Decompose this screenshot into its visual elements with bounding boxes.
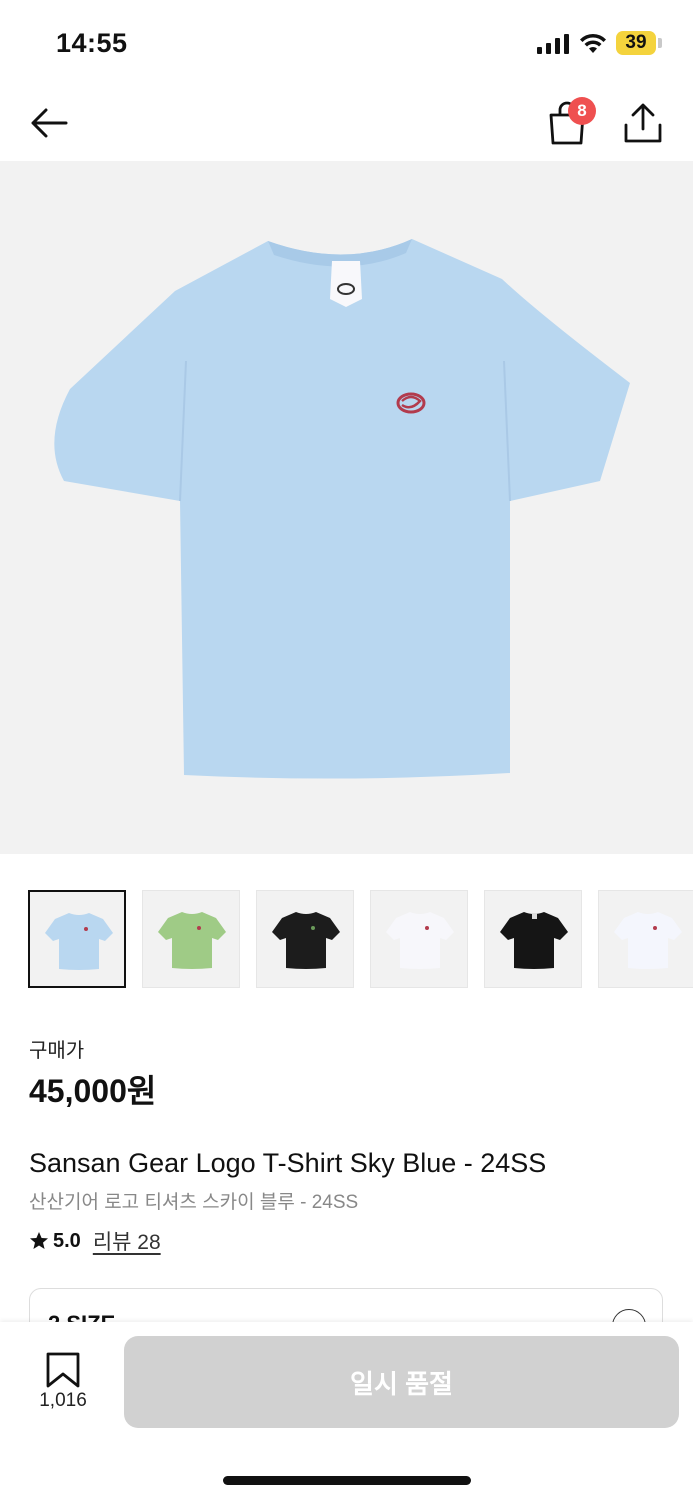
thumbnail-white-2[interactable] xyxy=(598,890,693,988)
thumbnail-black[interactable] xyxy=(256,890,354,988)
sold-out-button[interactable]: 일시 품절 xyxy=(124,1336,679,1428)
price: 45,000원 xyxy=(29,1073,157,1109)
status-time: 14:55 xyxy=(56,28,128,58)
star-icon xyxy=(30,1232,48,1249)
wifi-icon xyxy=(580,33,606,53)
signal-icon xyxy=(537,34,569,54)
back-arrow-icon[interactable] xyxy=(26,100,72,146)
bottom-action-bar: 1,016 일시 품절 xyxy=(0,1322,693,1500)
bookmark-button[interactable]: 1,016 xyxy=(30,1348,96,1418)
product-title: Sansan Gear Logo T-Shirt Sky Blue - 24SS xyxy=(29,1148,547,1178)
rating-row: 5.0 리뷰 28 xyxy=(29,1227,161,1255)
tshirt-illustration xyxy=(54,239,630,779)
thumbnail-white[interactable] xyxy=(370,890,468,988)
rating-value: 5.0 xyxy=(53,1229,81,1252)
thumbnail-black-2[interactable] xyxy=(484,890,582,988)
battery-tip xyxy=(658,38,662,48)
thumbnail-green[interactable] xyxy=(142,890,240,988)
review-link[interactable]: 리뷰 28 xyxy=(93,1226,161,1256)
product-image[interactable] xyxy=(0,161,693,854)
product-subtitle: 산산기어 로고 티셔츠 스카이 블루 - 24SS xyxy=(29,1192,359,1213)
share-icon[interactable] xyxy=(622,97,664,147)
home-indicator xyxy=(223,1476,471,1485)
bookmark-count: 1,016 xyxy=(39,1390,87,1411)
battery-icon: 39 xyxy=(616,31,656,55)
status-bar: 14:55 39 xyxy=(0,0,693,80)
bookmark-icon xyxy=(46,1352,80,1388)
thumbnail-strip xyxy=(28,890,693,990)
thumbnail-sky-blue[interactable] xyxy=(28,890,126,988)
price-label: 구매가 xyxy=(29,1040,85,1062)
cart-count-badge: 8 xyxy=(568,97,596,125)
nav-bar: 8 xyxy=(0,85,693,161)
